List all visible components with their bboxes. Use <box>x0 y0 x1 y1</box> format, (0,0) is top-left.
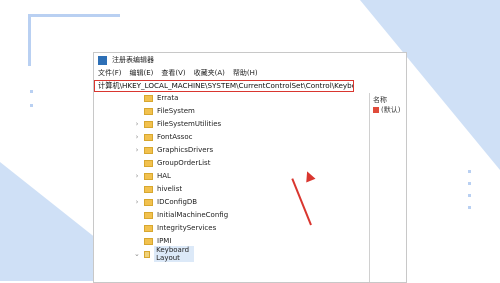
folder-icon <box>144 172 153 180</box>
folder-icon <box>144 133 153 141</box>
expander-icon[interactable]: › <box>134 198 140 206</box>
decorative-dot <box>30 104 33 107</box>
tree-item[interactable]: FileSystem <box>134 106 195 116</box>
tree-item-label: FileSystem <box>157 107 195 115</box>
folder-icon <box>144 224 153 232</box>
tree-item-label: hivelist <box>157 185 183 193</box>
decorative-dot <box>468 182 471 185</box>
decorative-dot <box>468 194 471 197</box>
address-text: 计算机\HKEY_LOCAL_MACHINE\SYSTEM\CurrentCon… <box>98 81 353 90</box>
folder-icon <box>144 146 153 154</box>
tree-item-label: Keyboard Layout <box>154 246 194 262</box>
value-name: (默认) <box>381 106 401 114</box>
registry-app-icon <box>98 55 107 65</box>
menu-bar: 文件(F) 编辑(E) 查看(V) 收藏夹(A) 帮助(H) <box>94 67 406 79</box>
expander-icon[interactable]: ⌄ <box>134 250 140 258</box>
tree-item-label: InitialMachineConfig <box>157 211 229 219</box>
address-bar[interactable]: 计算机\HKEY_LOCAL_MACHINE\SYSTEM\CurrentCon… <box>94 80 354 92</box>
folder-icon <box>144 237 153 245</box>
tree-item[interactable]: › IDConfigDB <box>134 197 198 207</box>
tree-item-label: Errata <box>157 94 179 102</box>
folder-open-icon <box>143 250 151 258</box>
registry-editor-window: 注册表编辑器 文件(F) 编辑(E) 查看(V) 收藏夹(A) 帮助(H) 计算… <box>93 52 407 283</box>
tree-item[interactable]: GroupOrderList <box>134 158 210 168</box>
decorative-dot <box>468 206 471 209</box>
string-value-icon <box>373 107 379 113</box>
menu-favorites[interactable]: 收藏夹(A) <box>194 68 225 78</box>
window-title: 注册表编辑器 <box>112 56 154 64</box>
menu-view[interactable]: 查看(V) <box>161 68 185 78</box>
menu-file[interactable]: 文件(F) <box>98 68 122 78</box>
title-bar: 注册表编辑器 <box>94 53 406 67</box>
tree-item[interactable]: Errata <box>134 93 178 103</box>
tree-pane: Errata FileSystem › FileSystemUtilities … <box>94 93 370 282</box>
values-pane: 名称 (默认) <box>370 93 406 282</box>
tree-item[interactable]: › GraphicsDrivers <box>134 145 214 155</box>
folder-icon <box>144 211 153 219</box>
tree-item-selected[interactable]: ⌄ Keyboard Layout <box>134 246 194 262</box>
tree-item[interactable]: IntegrityServices <box>134 223 216 233</box>
tree-item[interactable]: hivelist <box>134 184 182 194</box>
tree-item-label: IDConfigDB <box>157 198 198 206</box>
decorative-dot <box>468 170 471 173</box>
decorative-line-vertical <box>28 14 31 66</box>
decorative-line-horizontal <box>28 14 120 17</box>
menu-help[interactable]: 帮助(H) <box>233 68 258 78</box>
expander-icon[interactable]: › <box>134 146 140 154</box>
expander-icon[interactable]: › <box>134 172 140 180</box>
tree-item-label: GraphicsDrivers <box>157 146 214 154</box>
tree-item-label: GroupOrderList <box>157 159 211 167</box>
tree-item-label: HAL <box>157 172 171 180</box>
decorative-dot <box>30 90 33 93</box>
value-row[interactable]: (默认) <box>373 105 400 115</box>
annotation-arrow-head <box>302 169 316 183</box>
tree-item[interactable]: › FileSystemUtilities <box>134 119 222 129</box>
folder-icon <box>144 120 153 128</box>
folder-icon <box>144 185 153 193</box>
folder-icon <box>144 159 153 167</box>
column-header-name[interactable]: 名称 <box>373 95 387 105</box>
tree-item-label: IPMI <box>157 237 172 245</box>
tree-item[interactable]: InitialMachineConfig <box>134 210 228 220</box>
menu-edit[interactable]: 编辑(E) <box>130 68 154 78</box>
tree-item-label: FontAssoc <box>157 133 193 141</box>
expander-icon[interactable]: › <box>134 120 140 128</box>
expander-icon[interactable]: › <box>134 133 140 141</box>
folder-icon <box>144 107 153 115</box>
folder-icon <box>144 198 153 206</box>
tree-item-label: FileSystemUtilities <box>157 120 222 128</box>
tree-item-label: IntegrityServices <box>157 224 217 232</box>
annotation-arrow-line <box>291 178 312 226</box>
tree-item[interactable]: IPMI <box>134 236 171 246</box>
folder-icon <box>144 94 153 102</box>
tree-item[interactable]: › HAL <box>134 171 171 181</box>
tree-item[interactable]: › FontAssoc <box>134 132 193 142</box>
